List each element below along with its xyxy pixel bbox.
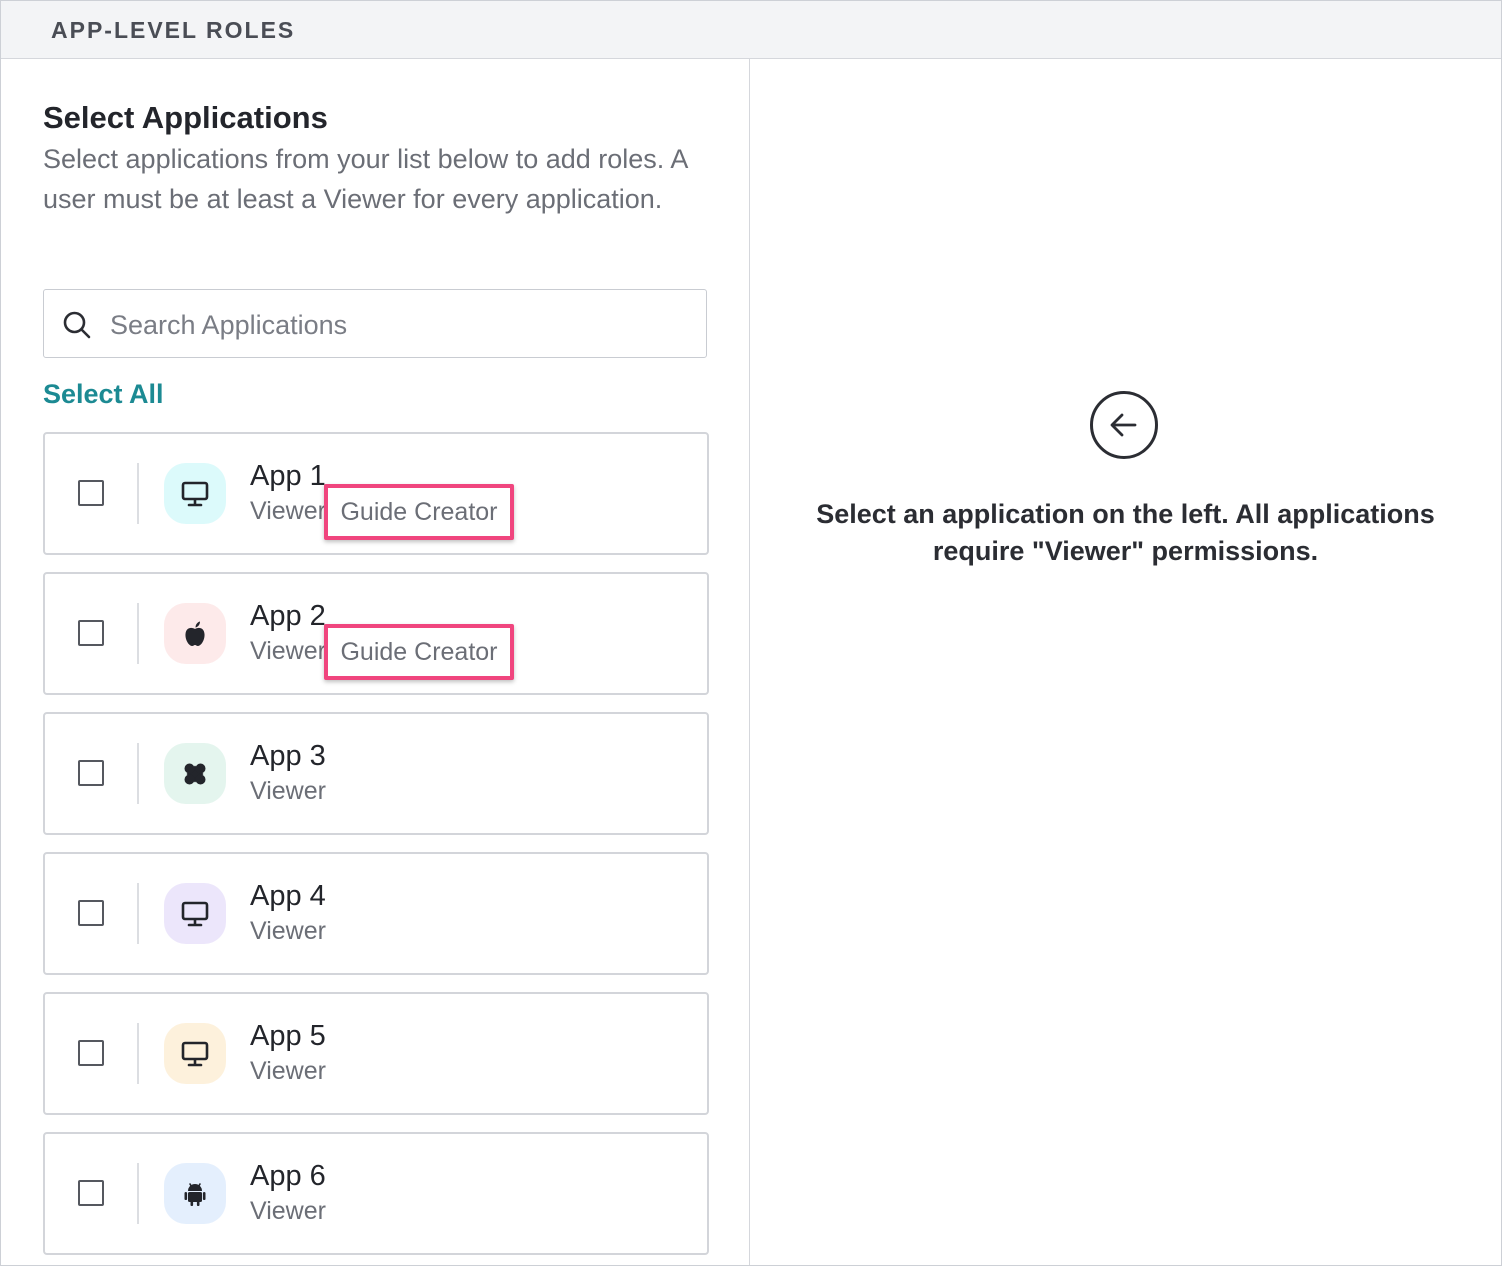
divider bbox=[137, 1163, 139, 1224]
puzzle-icon bbox=[184, 763, 206, 784]
select-all-link[interactable]: Select All bbox=[43, 379, 164, 410]
section-title: APP-LEVEL ROLES bbox=[51, 17, 296, 43]
search-icon bbox=[63, 311, 91, 339]
app-icon-badge bbox=[164, 743, 226, 804]
app-role: Viewer bbox=[250, 1057, 326, 1085]
app-role: Viewer bbox=[250, 917, 326, 945]
desktop-icon bbox=[181, 901, 209, 926]
section-header: APP-LEVEL ROLES bbox=[1, 1, 1501, 59]
app-card[interactable]: App 5 Viewer bbox=[43, 992, 709, 1115]
app-role: Viewer bbox=[250, 1197, 326, 1225]
app-icon-badge bbox=[164, 883, 226, 944]
app-name: App 2 bbox=[250, 600, 326, 632]
search-input[interactable] bbox=[108, 302, 692, 348]
app-icon-badge bbox=[164, 1023, 226, 1084]
app-checkbox[interactable] bbox=[78, 620, 104, 646]
guide-creator-role-badge: Guide Creator bbox=[324, 484, 514, 540]
app-level-roles-panel: APP-LEVEL ROLES Select Applications Sele… bbox=[0, 0, 1502, 1266]
app-name: App 5 bbox=[250, 1020, 326, 1052]
app-card[interactable]: App 6 Viewer bbox=[43, 1132, 709, 1255]
app-icon-badge bbox=[164, 1163, 226, 1224]
app-role: Viewer bbox=[250, 637, 326, 665]
role-detail-panel: Select an application on the left. All a… bbox=[750, 59, 1501, 1265]
app-card[interactable]: App 2 Viewer Guide Creator bbox=[43, 572, 709, 695]
empty-state-message: Select an application on the left. All a… bbox=[816, 499, 1435, 566]
guide-creator-role-badge: Guide Creator bbox=[324, 624, 514, 680]
app-name: App 4 bbox=[250, 880, 326, 912]
apple-icon bbox=[185, 621, 205, 646]
arrow-left-icon bbox=[1110, 413, 1137, 437]
search-box[interactable] bbox=[43, 289, 707, 358]
app-name: App 1 bbox=[250, 460, 326, 492]
app-card[interactable]: App 3 Viewer bbox=[43, 712, 709, 835]
app-name: App 3 bbox=[250, 740, 326, 772]
divider bbox=[137, 1023, 139, 1084]
app-checkbox[interactable] bbox=[78, 760, 104, 786]
divider bbox=[137, 743, 139, 804]
divider bbox=[137, 603, 139, 664]
desktop-icon bbox=[181, 1041, 209, 1066]
app-role: Viewer bbox=[250, 497, 326, 525]
app-icon-badge bbox=[164, 463, 226, 524]
app-checkbox[interactable] bbox=[78, 480, 104, 506]
app-icon-badge bbox=[164, 603, 226, 664]
app-checkbox[interactable] bbox=[78, 1040, 104, 1066]
android-icon bbox=[184, 1182, 206, 1206]
app-card[interactable]: App 1 Viewer Guide Creator bbox=[43, 432, 709, 555]
divider bbox=[137, 883, 139, 944]
panel-title: Select Applications bbox=[43, 100, 328, 135]
arrow-left-circle-icon bbox=[1090, 391, 1158, 459]
app-name: App 6 bbox=[250, 1160, 326, 1192]
app-checkbox[interactable] bbox=[78, 1180, 104, 1206]
app-checkbox[interactable] bbox=[78, 900, 104, 926]
app-role: Viewer bbox=[250, 777, 326, 805]
panel-description: Select applications from your list below… bbox=[43, 144, 687, 214]
app-card[interactable]: App 4 Viewer bbox=[43, 852, 709, 975]
desktop-icon bbox=[181, 481, 209, 506]
select-applications-panel: Select Applications Select applications … bbox=[1, 59, 750, 1265]
divider bbox=[137, 463, 139, 524]
